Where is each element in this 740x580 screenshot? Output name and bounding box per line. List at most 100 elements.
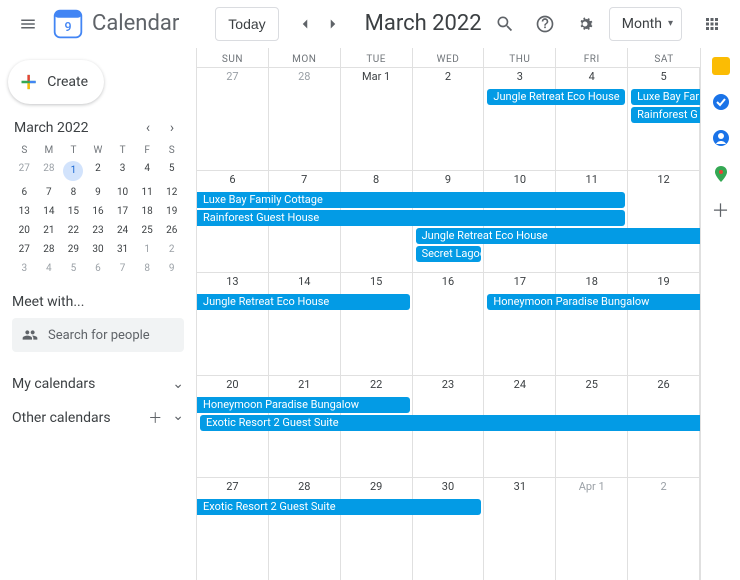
tasks-icon[interactable] <box>711 92 731 112</box>
calendar-event[interactable]: Exotic Resort 2 Guest Suite <box>197 499 481 515</box>
calendar-event[interactable]: Honeymoon Paradise Bungalow <box>487 294 700 310</box>
today-button[interactable]: Today <box>215 7 278 41</box>
add-calendar-icon[interactable]: ＋ <box>148 408 162 428</box>
day-cell[interactable]: Mar 1 <box>341 67 413 170</box>
day-cell[interactable]: 2 <box>628 477 700 580</box>
mini-day-cell[interactable]: 27 <box>12 159 37 183</box>
mini-day-cell[interactable]: 26 <box>159 221 184 240</box>
help-icon[interactable] <box>525 4 565 44</box>
mini-day-cell[interactable]: 6 <box>12 183 37 202</box>
mini-day-cell[interactable]: 18 <box>135 202 160 221</box>
mini-day-cell[interactable]: 2 <box>159 240 184 259</box>
day-cell[interactable]: 13 <box>197 272 269 375</box>
week-row: 6789101112Luxe Bay Family CottageRainfor… <box>197 170 700 273</box>
apps-icon[interactable] <box>692 4 732 44</box>
day-cell[interactable]: 15 <box>341 272 413 375</box>
mini-day-cell[interactable]: 22 <box>61 221 86 240</box>
mini-day-cell[interactable]: 3 <box>110 159 135 183</box>
mini-day-cell[interactable]: 1 <box>63 161 83 181</box>
mini-day-cell[interactable]: 20 <box>12 221 37 240</box>
search-icon[interactable] <box>485 4 525 44</box>
day-cell[interactable]: 27 <box>197 67 269 170</box>
mini-day-cell[interactable]: 29 <box>61 240 86 259</box>
settings-icon[interactable] <box>565 4 605 44</box>
day-cell[interactable]: 19 <box>628 272 700 375</box>
mini-day-cell[interactable]: 6 <box>86 259 111 278</box>
day-cell[interactable]: 29 <box>341 477 413 580</box>
next-month-button[interactable] <box>319 10 347 38</box>
day-cell[interactable]: 28 <box>269 477 341 580</box>
create-button[interactable]: Create <box>8 60 104 104</box>
day-cell[interactable]: 16 <box>413 272 485 375</box>
mini-day-cell[interactable]: 16 <box>86 202 111 221</box>
mini-day-cell[interactable]: 10 <box>110 183 135 202</box>
calendar-event[interactable]: Rainforest Guest House <box>197 210 625 226</box>
calendar-event[interactable]: Exotic Resort 2 Guest Suite <box>200 415 700 431</box>
mini-day-cell[interactable]: 9 <box>86 183 111 202</box>
view-select[interactable]: Month▾ <box>609 7 682 41</box>
mini-day-cell[interactable]: 5 <box>61 259 86 278</box>
mini-day-cell[interactable]: 31 <box>110 240 135 259</box>
mini-day-cell[interactable]: 30 <box>86 240 111 259</box>
mini-day-cell[interactable]: 5 <box>159 159 184 183</box>
mini-day-cell[interactable]: 8 <box>61 183 86 202</box>
calendar-event[interactable]: Luxe Bay Family Cottage <box>197 192 625 208</box>
day-cell[interactable]: 3 <box>484 67 556 170</box>
calendar-event[interactable]: Jungle Retreat Eco House <box>487 89 625 105</box>
mini-day-cell[interactable]: 15 <box>61 202 86 221</box>
mini-day-cell[interactable]: 12 <box>159 183 184 202</box>
maps-icon[interactable] <box>711 164 731 184</box>
mini-day-cell[interactable]: 9 <box>159 259 184 278</box>
day-cell[interactable]: 4 <box>556 67 628 170</box>
day-number: 25 <box>556 378 627 391</box>
mini-day-cell[interactable]: 13 <box>12 202 37 221</box>
mini-prev-button[interactable]: ‹ <box>138 120 158 136</box>
day-cell[interactable]: 17 <box>484 272 556 375</box>
mini-day-cell[interactable]: 25 <box>135 221 160 240</box>
mini-day-cell[interactable]: 4 <box>37 259 62 278</box>
mini-day-cell[interactable]: 19 <box>159 202 184 221</box>
calendar-event[interactable]: Honeymoon Paradise Bungalow <box>197 397 410 413</box>
calendar-event[interactable]: Jungle Retreat Eco House <box>197 294 410 310</box>
day-cell[interactable]: Apr 1 <box>556 477 628 580</box>
day-cell[interactable]: 2 <box>413 67 485 170</box>
day-cell[interactable]: 31 <box>484 477 556 580</box>
mini-day-cell[interactable]: 28 <box>37 159 62 183</box>
mini-day-cell[interactable]: 24 <box>110 221 135 240</box>
day-cell[interactable]: 28 <box>269 67 341 170</box>
calendar-event[interactable]: Rainforest G <box>631 107 700 123</box>
mini-day-cell[interactable]: 28 <box>37 240 62 259</box>
my-calendars-toggle[interactable]: My calendars ⌄ <box>12 368 184 400</box>
search-people-input[interactable]: Search for people <box>12 318 184 352</box>
mini-day-cell[interactable]: 2 <box>86 159 111 183</box>
mini-day-cell[interactable]: 7 <box>110 259 135 278</box>
calendar-event[interactable]: Secret Lagoo <box>416 246 482 262</box>
mini-day-cell[interactable]: 1 <box>135 240 160 259</box>
prev-month-button[interactable] <box>291 10 319 38</box>
mini-next-button[interactable]: › <box>162 120 182 136</box>
other-calendars-toggle[interactable]: Other calendars ＋⌄ <box>12 400 184 436</box>
mini-day-cell[interactable]: 21 <box>37 221 62 240</box>
mini-day-cell[interactable]: 27 <box>12 240 37 259</box>
day-cell[interactable]: 27 <box>197 477 269 580</box>
create-label: Create <box>47 74 88 90</box>
add-addon-icon[interactable]: ＋ <box>711 200 731 220</box>
mini-day-cell[interactable]: 17 <box>110 202 135 221</box>
mini-day-cell[interactable]: 11 <box>135 183 160 202</box>
mini-day-cell[interactable]: 23 <box>86 221 111 240</box>
search-people-placeholder: Search for people <box>48 328 150 343</box>
mini-day-cell[interactable]: 14 <box>37 202 62 221</box>
calendar-event[interactable]: Luxe Bay Far <box>631 89 700 105</box>
day-cell[interactable]: 18 <box>556 272 628 375</box>
mini-day-cell[interactable]: 7 <box>37 183 62 202</box>
day-cell[interactable]: 14 <box>269 272 341 375</box>
day-cell[interactable]: 30 <box>413 477 485 580</box>
mini-day-cell[interactable]: 3 <box>12 259 37 278</box>
mini-day-cell[interactable]: 8 <box>135 259 160 278</box>
keep-icon[interactable] <box>711 56 731 76</box>
day-cell[interactable]: 12 <box>628 170 700 273</box>
mini-day-cell[interactable]: 4 <box>135 159 160 183</box>
main-menu-icon[interactable] <box>8 4 48 44</box>
contacts-icon[interactable] <box>711 128 731 148</box>
calendar-event[interactable]: Jungle Retreat Eco House <box>416 228 700 244</box>
